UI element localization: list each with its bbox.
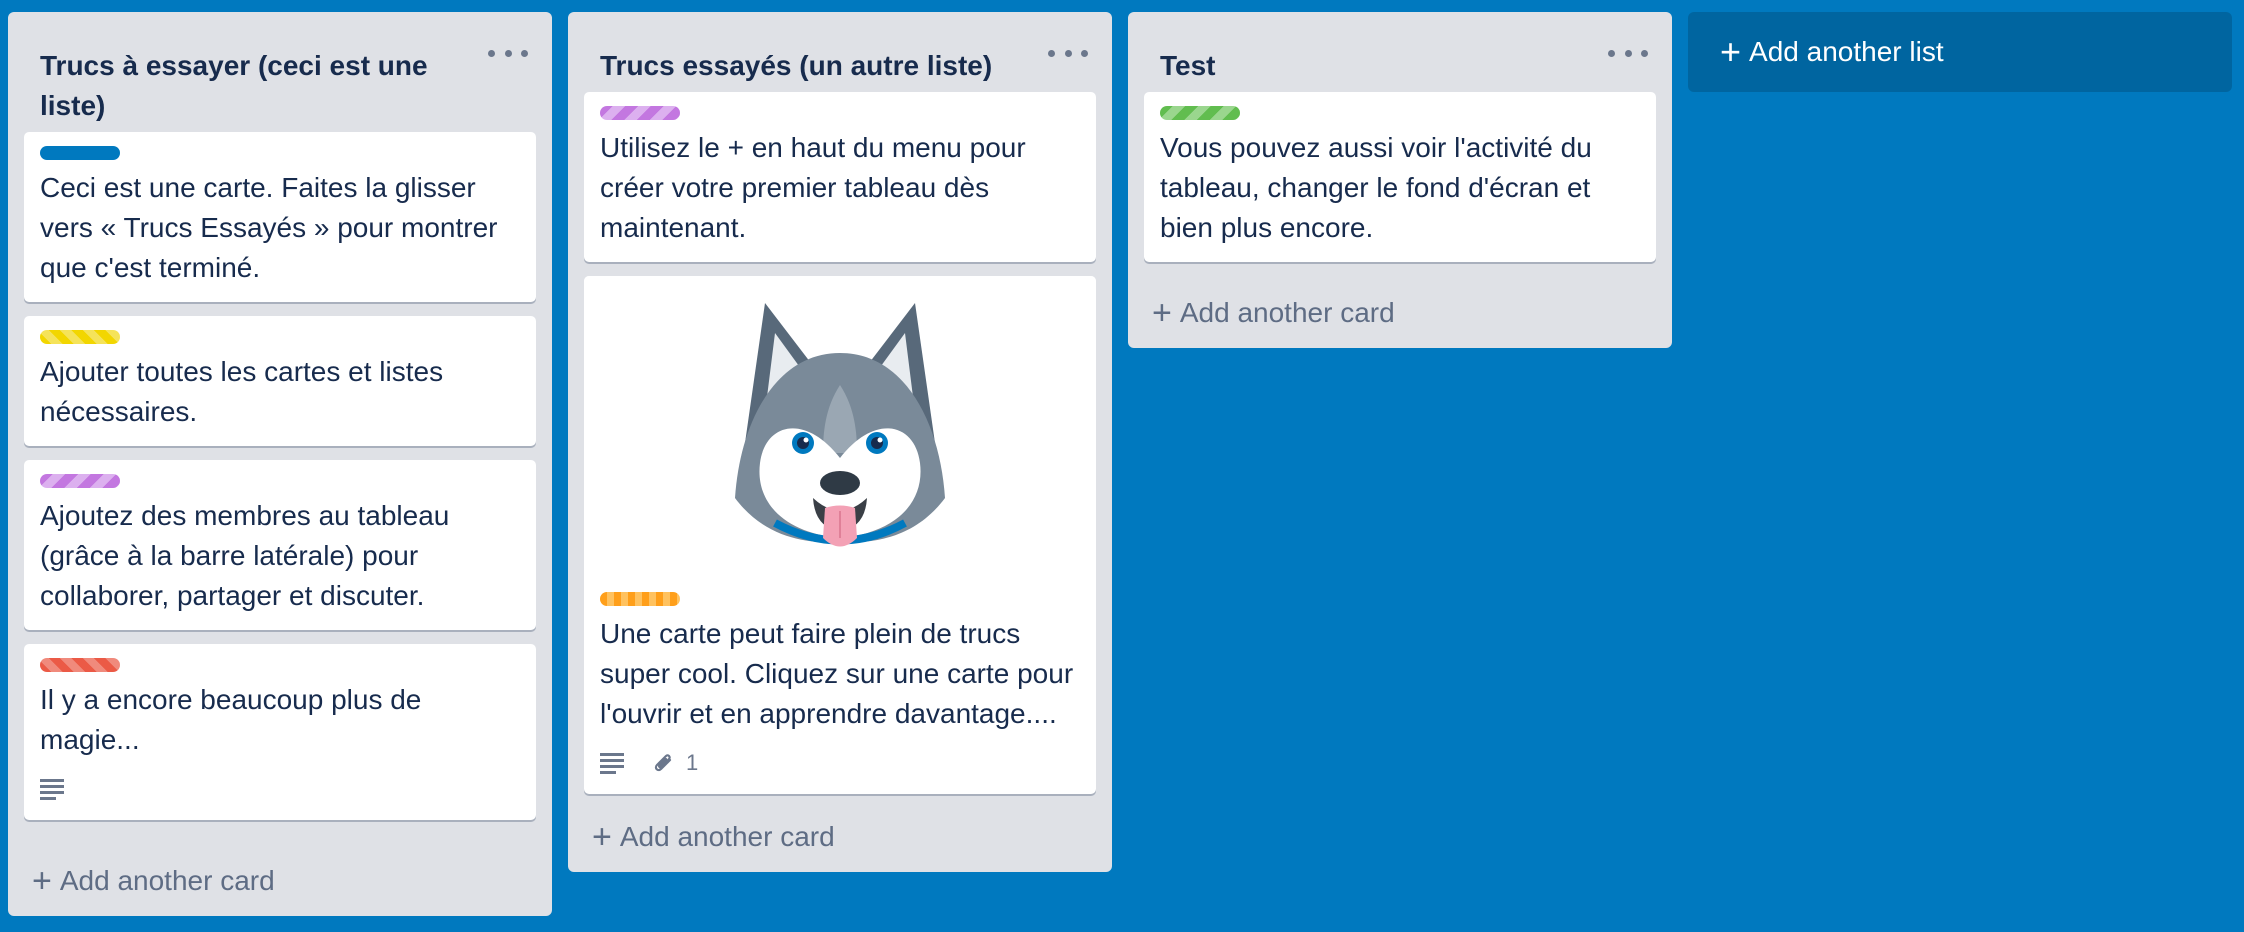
ellipsis-dot-icon — [1641, 49, 1648, 57]
card[interactable]: Utilisez le + en haut du menu pour créer… — [584, 92, 1096, 262]
ellipsis-dot-icon — [1048, 49, 1055, 57]
card-badges — [40, 772, 520, 806]
card-label-red[interactable] — [40, 658, 120, 672]
card-title: Vous pouvez aussi voir l'activité du tab… — [1160, 132, 1592, 243]
list-title[interactable]: Trucs essayés (un autre liste) — [600, 46, 1022, 86]
ellipsis-dot-icon — [1081, 49, 1088, 57]
card-label-purple[interactable] — [600, 106, 680, 120]
paperclip-icon — [654, 754, 672, 772]
list-menu-button[interactable] — [1608, 38, 1648, 68]
ellipsis-dot-icon — [1608, 49, 1615, 57]
list-header: Trucs à essayer (ceci est une liste) — [8, 12, 552, 126]
card-label-purple[interactable] — [40, 474, 120, 488]
ellipsis-dot-icon — [1064, 49, 1072, 57]
list-trucs-a-essayer[interactable]: Trucs à essayer (ceci est une liste) Cec… — [8, 12, 552, 916]
plus-icon: + — [32, 862, 52, 900]
plus-icon: + — [592, 818, 612, 856]
card[interactable]: Ceci est une carte. Faites la glisser ve… — [24, 132, 536, 302]
list-trucs-essayes[interactable]: Trucs essayés (un autre liste) Utilisez … — [568, 12, 1112, 872]
ellipsis-dot-icon — [1624, 49, 1632, 57]
add-list-button[interactable]: + Add another list — [1688, 12, 2232, 92]
add-card-button[interactable]: + Add another card — [1152, 296, 1395, 330]
add-card-label: Add another card — [59, 865, 275, 896]
attachment-badge: 1 — [650, 750, 698, 776]
card-label-blue[interactable] — [40, 146, 120, 160]
add-card-label: Add another card — [619, 821, 835, 852]
list-menu-button[interactable] — [488, 38, 528, 68]
card[interactable]: Ajouter toutes les cartes et listes néce… — [24, 316, 536, 446]
card[interactable]: Une carte peut faire plein de trucs supe… — [584, 276, 1096, 794]
card-title: Ceci est une carte. Faites la glisser ve… — [40, 172, 498, 283]
card[interactable]: Vous pouvez aussi voir l'activité du tab… — [1144, 92, 1656, 262]
ellipsis-dot-icon — [504, 49, 512, 57]
card-title: Utilisez le + en haut du menu pour créer… — [600, 132, 1026, 243]
card-cover-image — [584, 276, 1096, 580]
card-title: Ajoutez des membres au tableau (grâce à … — [40, 500, 450, 611]
list-menu-button[interactable] — [1048, 38, 1088, 68]
board: Trucs à essayer (ceci est une liste) Cec… — [0, 0, 2244, 932]
card-label-green[interactable] — [1160, 106, 1240, 120]
plus-icon: + — [1720, 31, 1742, 72]
add-card-label: Add another card — [1179, 297, 1395, 328]
card-title: Il y a encore beaucoup plus de magie... — [40, 684, 422, 755]
list-title[interactable]: Test — [1160, 46, 1582, 86]
list-title[interactable]: Trucs à essayer (ceci est une liste) — [40, 46, 462, 126]
add-list-label: Add another list — [1749, 36, 1944, 67]
add-card-button[interactable]: + Add another card — [592, 820, 835, 854]
husky-icon — [735, 303, 945, 547]
card[interactable]: Il y a encore beaucoup plus de magie... — [24, 644, 536, 820]
list-header: Trucs essayés (un autre liste) — [568, 12, 1112, 92]
add-card-button[interactable]: + Add another card — [32, 864, 275, 898]
card-label-yellow[interactable] — [40, 330, 120, 344]
card-title: Ajouter toutes les cartes et listes néce… — [40, 356, 444, 427]
card-label-orange[interactable] — [600, 592, 680, 606]
card-badges: 1 — [600, 746, 1080, 780]
ellipsis-dot-icon — [521, 49, 528, 57]
card[interactable]: Ajoutez des membres au tableau (grâce à … — [24, 460, 536, 630]
list-header: Test — [1128, 12, 1672, 92]
plus-icon: + — [1152, 294, 1172, 332]
ellipsis-dot-icon — [488, 49, 495, 57]
list-test[interactable]: Test Vous pouvez aussi voir l'activité d… — [1128, 12, 1672, 348]
description-icon — [40, 778, 66, 800]
card-title: Une carte peut faire plein de trucs supe… — [600, 618, 1074, 729]
attachment-count: 1 — [686, 750, 699, 775]
description-icon — [600, 752, 626, 774]
